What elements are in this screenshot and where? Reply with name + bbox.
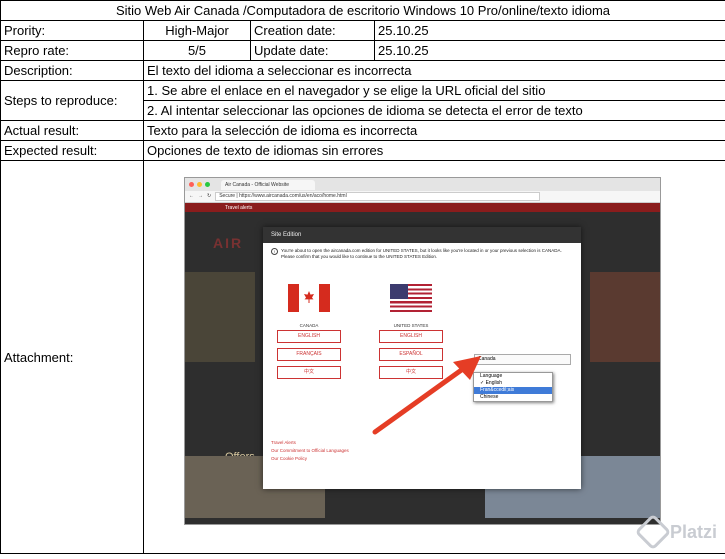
report-title: Sitio Web Air Canada /Computadora de esc… [0, 0, 725, 21]
attachment-screenshot: Air Canada - Official Website ← → ↻ Secu… [184, 177, 661, 525]
actual-result-value: Texto para la selección de idioma es inc… [142, 120, 725, 141]
platzi-watermark: Platzi [634, 513, 718, 551]
attachment-label: Attachment: [0, 160, 144, 554]
attachment-cell: Air Canada - Official Website ← → ↻ Secu… [142, 160, 725, 554]
expected-result-label: Expected result: [0, 140, 144, 161]
step-1: 1. Se abre el enlace en el navegador y s… [142, 80, 725, 101]
priority-label: Prority: [0, 20, 144, 41]
watermark-text: Platzi [670, 521, 718, 542]
priority-value: High-Major [143, 20, 251, 41]
expected-result-value: Opciones de texto de idiomas sin errores [142, 140, 725, 161]
update-date-value: 25.10.25 [373, 40, 725, 61]
bug-report-table: Sitio Web Air Canada /Computadora de esc… [0, 0, 725, 554]
update-date-label: Update date: [250, 40, 375, 61]
creation-date-label: Creation date: [250, 20, 375, 41]
creation-date-value: 25.10.25 [373, 20, 725, 41]
step-2: 2. Al intentar seleccionar las opciones … [142, 100, 725, 121]
red-arrow-annotation [372, 356, 481, 435]
repro-rate-label: Repro rate: [0, 40, 144, 61]
repro-rate-value: 5/5 [143, 40, 251, 61]
steps-label: Steps to reproduce: [0, 80, 144, 121]
platzi-logo-icon [634, 513, 672, 551]
actual-result-label: Actual result: [0, 120, 144, 141]
description-label: Description: [0, 60, 144, 81]
description-value: El texto del idioma a seleccionar es inc… [142, 60, 725, 81]
